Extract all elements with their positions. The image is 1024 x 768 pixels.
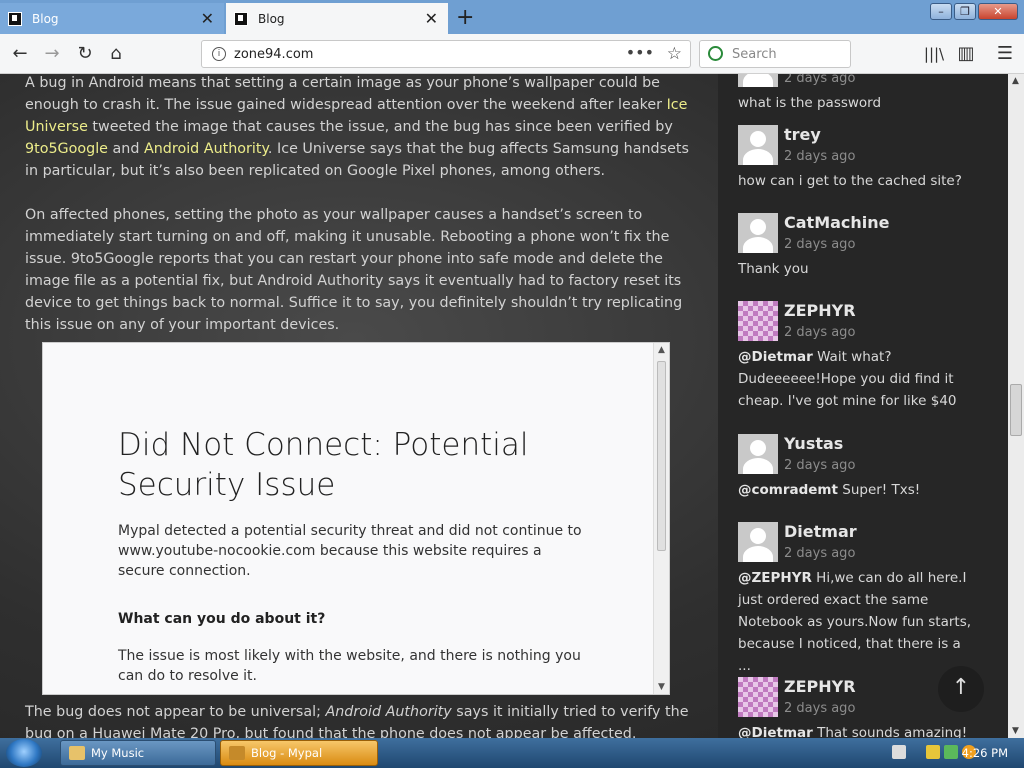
page-actions-icon[interactable]: ••• — [626, 43, 654, 62]
windows-taskbar: My Music Blog - Mypal 4:26 PM — [0, 738, 1024, 768]
comment-author[interactable]: ZEPHYR — [784, 677, 856, 696]
site-favicon-icon — [8, 11, 22, 26]
taskbar-item-my-music[interactable]: My Music — [60, 740, 216, 766]
scroll-up-arrow-icon[interactable]: ▲ — [1012, 76, 1019, 86]
comment-time: 2 days ago — [784, 149, 856, 164]
comment-author[interactable]: CatMachine — [784, 213, 890, 232]
link-android-authority[interactable]: Android Authority — [144, 141, 268, 157]
tab-strip: Blog ✕ Blog ✕ + – ❐ ✕ — [0, 0, 1024, 34]
library-icon[interactable]: |||\ — [922, 42, 946, 66]
address-bar[interactable]: i zone94.com ••• ☆ — [201, 40, 691, 68]
avatar — [738, 74, 778, 87]
comment-text: what is the password — [738, 95, 882, 111]
comment-author[interactable]: ZEPHYR — [784, 301, 856, 320]
comment-time: 2 days ago — [784, 546, 856, 561]
comment-time: 2 days ago — [784, 325, 856, 340]
network-icon[interactable] — [944, 745, 958, 759]
site-info-icon[interactable]: i — [212, 47, 226, 61]
avatar — [738, 125, 778, 165]
scroll-down-arrow-icon[interactable]: ▼ — [658, 682, 665, 692]
minimize-button[interactable]: – — [930, 3, 952, 20]
tab-blog-2[interactable]: Blog ✕ — [226, 3, 448, 34]
avatar — [738, 301, 778, 341]
comment-author[interactable]: Dietmar — [784, 522, 857, 541]
tab-blog-1[interactable]: Blog ✕ — [0, 3, 224, 34]
folder-icon — [69, 746, 85, 760]
comment-text[interactable]: @comrademt Super! Txs! — [738, 479, 973, 501]
comment-time: 2 days ago — [784, 458, 856, 473]
avatar — [738, 522, 778, 562]
site-favicon-icon — [234, 11, 248, 26]
clock[interactable]: 4:26 PM — [962, 746, 1008, 760]
comment-time: 2 days ago — [784, 701, 856, 716]
reload-icon[interactable]: ↻ — [73, 42, 97, 66]
tab-title: Blog — [32, 11, 59, 26]
close-window-button[interactable]: ✕ — [978, 3, 1018, 20]
comment-text[interactable]: @ZEPHYR Hi,we can do all here.I just ord… — [738, 567, 973, 677]
sidebar-toggle-icon[interactable]: ▥ — [954, 42, 978, 66]
error-answer: The issue is most likely with the websit… — [118, 648, 581, 684]
article-body: A bug in Android means that setting a ce… — [25, 74, 690, 358]
comment-text[interactable]: how can i get to the cached site? — [738, 170, 973, 192]
search-input[interactable]: Search — [699, 40, 851, 68]
taskbar-item-browser[interactable]: Blog - Mypal — [220, 740, 378, 766]
search-placeholder: Search — [732, 47, 777, 62]
scroll-thumb[interactable] — [657, 361, 666, 551]
embed-scrollbar[interactable]: ▲ ▼ — [653, 343, 669, 694]
article-paragraph: On affected phones, setting the photo as… — [25, 207, 683, 333]
embedded-video-error-frame: Did Not Connect: Potential Security Issu… — [42, 342, 670, 695]
back-to-top-arrow-icon[interactable]: ↑ — [938, 666, 984, 712]
bookmark-star-icon[interactable]: ☆ — [667, 44, 682, 64]
comment-author[interactable]: trey — [784, 125, 821, 144]
url-text[interactable]: zone94.com — [234, 47, 313, 62]
tab-title: Blog — [258, 11, 285, 26]
maximize-button[interactable]: ❐ — [954, 3, 976, 20]
home-icon[interactable]: ⌂ — [104, 42, 128, 66]
comment-time: 2 days ago — [784, 237, 856, 252]
scroll-thumb[interactable] — [1010, 384, 1022, 436]
shield-icon[interactable] — [926, 745, 940, 759]
comment-text[interactable]: @Dietmar That sounds amazing! — [738, 722, 973, 738]
error-description: Mypal detected a potential security thre… — [118, 523, 582, 579]
scroll-up-arrow-icon[interactable]: ▲ — [658, 345, 665, 355]
back-arrow-icon[interactable]: ← — [8, 42, 32, 66]
navigation-toolbar: ← → ↻ ⌂ i zone94.com ••• ☆ Search |||\ ▥… — [0, 34, 1024, 74]
article-paragraph: A bug in Android means that setting a ce… — [25, 75, 689, 179]
search-icon — [708, 46, 723, 61]
new-tab-plus-icon[interactable]: + — [456, 5, 474, 30]
menu-hamburger-icon[interactable]: ☰ — [993, 42, 1017, 66]
comment-time: 2 days ago — [784, 74, 856, 86]
link-9to5google[interactable]: 9to5Google — [25, 141, 108, 157]
comment-author[interactable]: Yustas — [784, 434, 843, 453]
recent-comments-sidebar: 2 days ago what is the password trey 2 d… — [718, 74, 1008, 738]
page-content: A bug in Android means that setting a ce… — [0, 74, 1008, 738]
comment-text[interactable]: Thank you — [738, 258, 973, 280]
error-title: Did Not Connect: Potential Security Issu… — [118, 427, 529, 503]
window-controls: – ❐ ✕ — [930, 3, 1018, 20]
scroll-down-arrow-icon[interactable]: ▼ — [1012, 726, 1019, 736]
browser-app-icon — [229, 746, 245, 760]
page-scrollbar[interactable]: ▲ ▼ — [1008, 74, 1024, 738]
avatar — [738, 677, 778, 717]
article-paragraph: The bug does not appear to be universal;… — [25, 704, 689, 738]
close-tab-icon[interactable]: ✕ — [201, 9, 214, 28]
error-question-heading: What can you do about it? — [118, 611, 326, 627]
start-button[interactable] — [6, 739, 42, 767]
forward-arrow-icon[interactable]: → — [40, 42, 64, 66]
avatar — [738, 434, 778, 474]
avatar — [738, 213, 778, 253]
keyboard-icon[interactable] — [892, 745, 906, 759]
comment-text[interactable]: @Dietmar Wait what? Dudeeeeee!Hope you d… — [738, 346, 973, 412]
close-tab-icon[interactable]: ✕ — [425, 9, 438, 28]
system-tray: 4:26 PM — [864, 738, 1024, 768]
